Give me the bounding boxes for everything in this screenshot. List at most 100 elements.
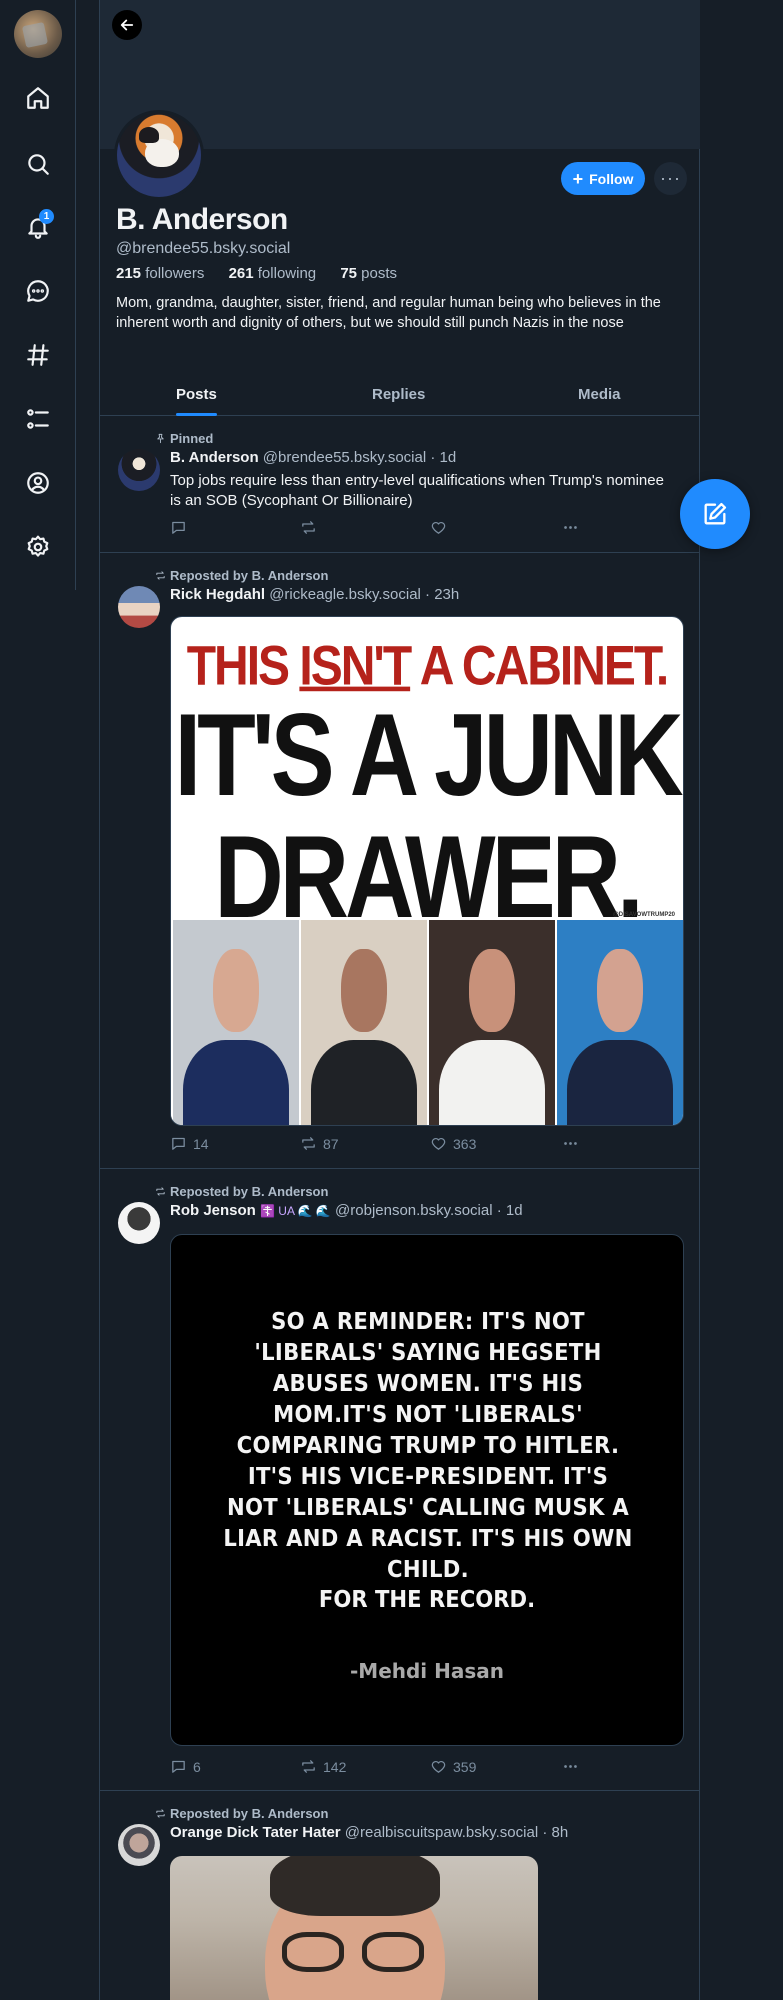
feed-post[interactable]: Reposted by B. Anderson Rob Jenson ☦️ UA…	[100, 1169, 700, 1791]
post-actions	[170, 519, 590, 539]
post-meta: Rick Hegdahl @rickeagle.bsky.social · 23…	[170, 586, 459, 603]
reply-icon	[172, 1760, 185, 1773]
post-time[interactable]: · 1d	[430, 449, 456, 466]
photo	[555, 920, 683, 1125]
follow-label: Follow	[589, 170, 634, 187]
reply-button[interactable]: 6	[170, 1758, 201, 1775]
chat-icon	[27, 280, 49, 302]
post-meta: B. Anderson @brendee55.bsky.social · 1d	[170, 449, 456, 466]
like-button[interactable]: 363	[430, 1135, 476, 1152]
post-handle[interactable]: @brendee55.bsky.social	[263, 449, 426, 466]
post-time[interactable]: · 8h	[542, 1824, 568, 1841]
more-options-button[interactable]: ···	[654, 162, 687, 195]
profile-display-name: B. Anderson	[116, 203, 288, 236]
nav-chat[interactable]	[22, 275, 54, 307]
repost-indicator: Reposted by B. Anderson	[155, 568, 328, 583]
repost-button[interactable]: 142	[300, 1758, 346, 1775]
ellipsis-icon	[564, 1142, 577, 1145]
like-count: 359	[453, 1758, 477, 1775]
follow-button[interactable]: + Follow	[561, 162, 645, 195]
user-circle-icon	[27, 472, 49, 494]
pinned-indicator: Pinned	[155, 431, 213, 446]
following-count: 261	[228, 265, 254, 282]
compose-icon	[704, 502, 727, 525]
posts-label: posts	[361, 265, 398, 282]
post-image[interactable]: THIS ISN'T A CABINET. IT'S A JUNK DRAWER.…	[170, 616, 684, 1126]
tab-media[interactable]: Media	[578, 372, 621, 416]
post-actions: 14 87 363	[170, 1135, 590, 1155]
nav-lists[interactable]	[22, 403, 54, 435]
post-time[interactable]: · 23h	[425, 586, 459, 603]
gear-icon	[27, 535, 49, 557]
back-button[interactable]	[112, 10, 142, 40]
post-handle[interactable]: @realbiscuitspaw.bsky.social	[345, 1824, 538, 1841]
nav-settings[interactable]	[22, 531, 54, 563]
heart-icon	[431, 1138, 446, 1150]
my-avatar[interactable]	[14, 10, 62, 58]
reply-button[interactable]	[170, 519, 193, 536]
reply-button[interactable]: 14	[170, 1135, 209, 1152]
repost-button[interactable]	[300, 519, 323, 536]
following-label: following	[257, 265, 317, 282]
avatar[interactable]	[118, 586, 160, 628]
post-handle[interactable]: @robjenson.bsky.social	[335, 1202, 493, 1219]
profile-bio: Mom, grandma, daughter, sister, friend, …	[116, 295, 661, 331]
avatar[interactable]	[118, 449, 160, 491]
feed-post[interactable]: Pinned B. Anderson @brendee55.bsky.socia…	[100, 417, 700, 553]
app-root: 1 + Follow ··· B. Anderson @brendee55.bs…	[0, 0, 783, 2000]
posts-stat: 75 posts	[340, 265, 407, 282]
post-reason: Pinned	[170, 431, 214, 446]
nav-profile[interactable]	[22, 467, 54, 499]
reply-icon	[172, 521, 185, 534]
tab-posts[interactable]: Posts	[176, 372, 217, 416]
nav-feeds[interactable]	[22, 339, 54, 371]
home-icon	[27, 87, 49, 109]
nav-notifications[interactable]: 1	[22, 209, 54, 243]
avatar[interactable]	[118, 1202, 160, 1244]
tab-replies[interactable]: Replies	[372, 372, 425, 416]
post-text: Top jobs require less than entry-level q…	[170, 472, 664, 509]
photo	[299, 920, 427, 1125]
post-reason: Reposted by B. Anderson	[170, 1184, 329, 1199]
compose-button[interactable]	[680, 479, 750, 549]
repost-count: 142	[323, 1758, 347, 1775]
ellipsis-icon: ···	[660, 168, 681, 188]
profile-avatar[interactable]	[114, 110, 204, 200]
author-emoji: ☦️ UA 🌊 🌊	[260, 1204, 331, 1218]
avatar[interactable]	[118, 1824, 160, 1866]
notification-badge: 1	[39, 209, 54, 224]
like-button[interactable]: 359	[430, 1758, 476, 1775]
post-time[interactable]: · 1d	[497, 1202, 523, 1219]
feed-post[interactable]: Reposted by B. Anderson Orange Dick Tate…	[100, 1791, 700, 2000]
image-author: -Mehdi Hasan	[349, 1659, 504, 1683]
post-more-button[interactable]	[562, 519, 579, 536]
repost-indicator: Reposted by B. Anderson	[155, 1184, 328, 1199]
post-more-button[interactable]	[562, 1758, 579, 1775]
followers-stat[interactable]: 215 followers	[116, 265, 214, 282]
ellipsis-icon	[564, 1765, 577, 1768]
heart-icon	[431, 522, 446, 534]
feed-post[interactable]: Reposted by B. Anderson Rick Hegdahl @ri…	[100, 553, 700, 1169]
post-author[interactable]: Orange Dick Tater Hater	[170, 1824, 341, 1841]
following-stat[interactable]: 261 following	[229, 265, 327, 282]
hashtag-icon	[27, 344, 49, 366]
post-author[interactable]: Rick Hegdahl	[170, 586, 265, 603]
repost-count: 87	[323, 1135, 339, 1152]
post-more-button[interactable]	[562, 1135, 579, 1152]
post-author[interactable]: B. Anderson	[170, 449, 259, 466]
nav-search[interactable]	[22, 148, 54, 180]
repost-button[interactable]: 87	[300, 1135, 339, 1152]
followers-label: followers	[145, 265, 205, 282]
post-reason: Reposted by B. Anderson	[170, 1806, 329, 1821]
repost-icon	[156, 1809, 165, 1818]
profile-column: + Follow ··· B. Anderson @brendee55.bsky…	[99, 0, 700, 2000]
post-meta: Orange Dick Tater Hater @realbiscuitspaw…	[170, 1824, 568, 1841]
reply-icon	[172, 1137, 185, 1150]
post-image[interactable]: SO A REMINDER: IT'S NOT 'LIBERALS' SAYIN…	[170, 1234, 684, 1746]
photo-hair	[270, 1856, 440, 1916]
like-button[interactable]	[430, 519, 453, 536]
post-handle[interactable]: @rickeagle.bsky.social	[269, 586, 421, 603]
nav-home[interactable]	[22, 82, 54, 114]
post-author[interactable]: Rob Jenson	[170, 1202, 256, 1219]
post-image[interactable]	[170, 1856, 538, 2000]
